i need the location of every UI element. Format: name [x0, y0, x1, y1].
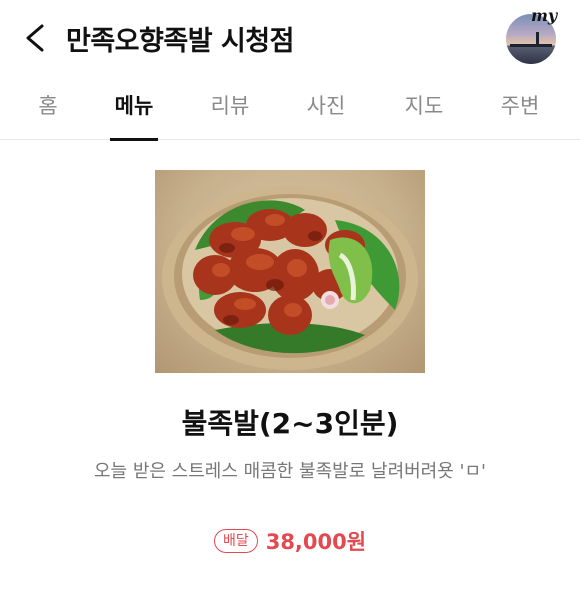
tab-home[interactable]: 홈 — [0, 76, 96, 140]
tab-bar: 홈 메뉴 리뷰 사진 지도 주변 — [0, 76, 580, 141]
app-header: 만족오향족발 시청점 my — [0, 0, 580, 76]
avatar-tower-shape — [536, 32, 539, 46]
price-row: 배달 38,000원 — [0, 526, 580, 556]
tab-review[interactable]: 리뷰 — [182, 76, 278, 140]
my-label[interactable]: my — [531, 6, 557, 25]
store-title: 만족오향족발 시청점 — [66, 26, 294, 57]
menu-description: 오늘 받은 스트레스 매콤한 불족발로 날려버려욧 'ㅁ' — [94, 461, 486, 482]
tab-nearby[interactable]: 주변 — [472, 76, 568, 140]
back-button[interactable] — [18, 20, 54, 56]
tab-photo[interactable]: 사진 — [278, 76, 374, 140]
delivery-badge: 배달 — [213, 529, 258, 553]
menu-name: 불족발(2~3인분) — [181, 407, 399, 440]
menu-price: 38,000원 — [265, 530, 367, 554]
avatar-bridge-shape — [510, 44, 552, 47]
tab-map[interactable]: 지도 — [376, 76, 472, 140]
tab-menu[interactable]: 메뉴 — [86, 76, 182, 141]
spicy-jokbal-dish-illustration — [162, 186, 418, 370]
menu-photo[interactable] — [155, 170, 425, 373]
chevron-left-icon — [26, 24, 44, 52]
